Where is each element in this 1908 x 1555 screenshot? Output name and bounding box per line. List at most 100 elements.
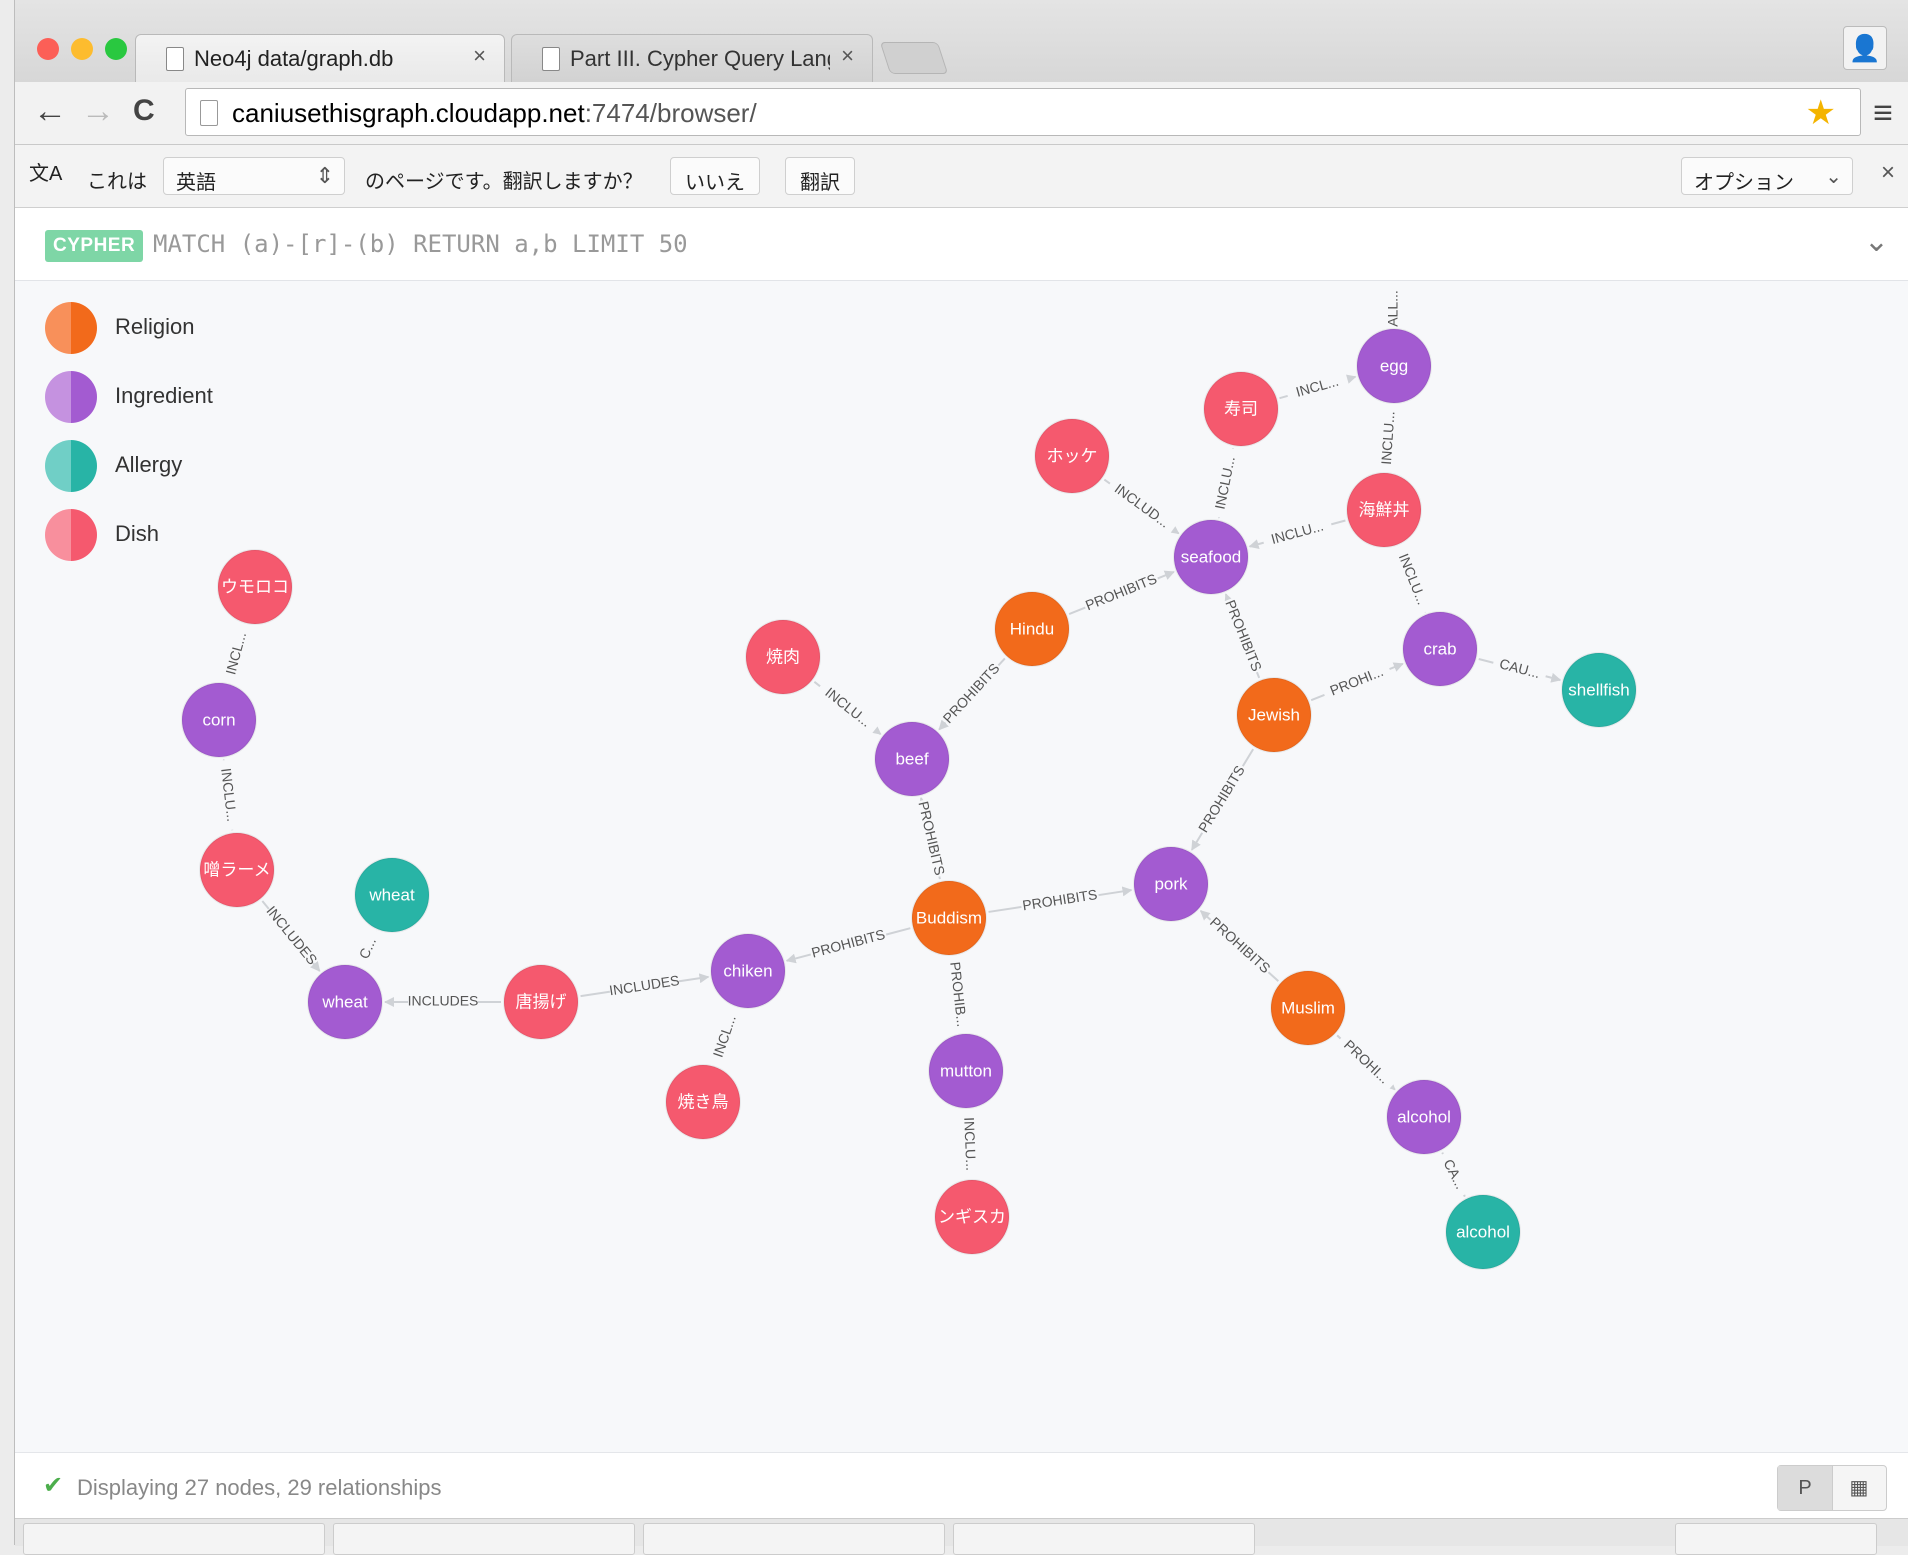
collapse-chevron-icon[interactable]: ⌄: [1864, 224, 1889, 259]
graph-node-dish[interactable]: 唐揚げ: [503, 964, 579, 1040]
translate-button[interactable]: 翻訳: [785, 157, 855, 195]
graph-node-allergy[interactable]: alcohol: [1445, 1194, 1521, 1270]
cypher-query[interactable]: MATCH (a)-[r]-(b) RETURN a,b LIMIT 50: [153, 230, 688, 258]
language-value: 英語: [176, 172, 216, 194]
graph-svg[interactable]: ALL...INCL...INCLU...INCLUD... INCLU...IN…: [15, 281, 1908, 1451]
address-bar[interactable]: caniusethisgraph.cloudapp.net:7474/brows…: [185, 88, 1861, 136]
node-label: mutton: [940, 1061, 992, 1080]
relationship-label: INCLU...: [822, 684, 874, 730]
graph-node-dish[interactable]: 海鮮丼: [1346, 472, 1422, 548]
graph-node-ingredient[interactable]: alcohol: [1386, 1079, 1462, 1155]
tab-close-icon[interactable]: ×: [473, 43, 486, 69]
relationship-label: PROHIBITS: [1195, 762, 1248, 835]
graph-node-ingredient[interactable]: wheat: [307, 964, 383, 1040]
node-label: chiken: [723, 961, 772, 980]
graph-node-ingredient[interactable]: crab: [1402, 611, 1478, 687]
no-translate-button[interactable]: いいえ: [670, 157, 760, 195]
bottom-strip: [15, 1518, 1908, 1555]
graph-node-religion[interactable]: Muslim: [1270, 970, 1346, 1046]
menu-icon[interactable]: ≡: [1873, 94, 1893, 133]
graph-node-dish[interactable]: ンギスカ: [934, 1179, 1010, 1255]
relationship[interactable]: CA...: [1434, 1149, 1473, 1200]
graph-node-ingredient[interactable]: chiken: [710, 933, 786, 1009]
relationship[interactable]: INCLU...: [813, 679, 882, 737]
graph-node-ingredient[interactable]: mutton: [928, 1033, 1004, 1109]
new-tab-button[interactable]: [879, 42, 949, 74]
options-select[interactable]: オプション ⌄: [1681, 157, 1853, 195]
table-view-button[interactable]: ▦: [1832, 1466, 1886, 1510]
relationship[interactable]: INCL...: [706, 1004, 745, 1069]
relationship[interactable]: PROHIBITS: [988, 886, 1133, 916]
relationship[interactable]: CAU...: [1478, 654, 1562, 685]
graph-node-ingredient[interactable]: pork: [1133, 846, 1209, 922]
relationship[interactable]: INCLUDES: [261, 900, 321, 972]
graph-node-dish[interactable]: 焼肉: [745, 619, 821, 695]
relationship-label: ALL...: [1385, 290, 1401, 327]
relationship[interactable]: INCLU...: [1390, 543, 1434, 616]
reload-icon[interactable]: C: [133, 94, 155, 128]
graph-view-button[interactable]: Ρ: [1778, 1466, 1833, 1510]
relationship[interactable]: INCLU...: [1248, 515, 1346, 552]
graph-node-dish[interactable]: 寿司: [1203, 371, 1279, 447]
relationship[interactable]: INCLUDES: [384, 993, 501, 1011]
graph-canvas[interactable]: Religion Ingredient Allergy Dish ALL... I…: [15, 281, 1908, 1451]
graph-node-dish[interactable]: 噌ラーメ: [199, 832, 275, 908]
relationship[interactable]: ALL...: [1385, 281, 1403, 336]
node-label: alcohol: [1397, 1107, 1451, 1126]
node-label: 噌ラーメ: [203, 860, 270, 879]
relationship[interactable]: PROHIB...: [944, 954, 971, 1035]
graph-node-dish[interactable]: 焼き鳥: [665, 1064, 741, 1140]
check-icon: ✔: [43, 1472, 64, 1499]
relationship[interactable]: INCLUDES: [580, 972, 710, 1001]
node-label: ンギスカ: [938, 1207, 1006, 1226]
relationship[interactable]: PROHIBITS: [938, 657, 1006, 731]
relationship[interactable]: PROHIBITS: [785, 925, 911, 964]
relationship[interactable]: INCLU...: [214, 758, 242, 831]
relationship[interactable]: INCLUD...: [1103, 476, 1180, 537]
tab-close-icon[interactable]: ×: [841, 43, 854, 69]
graph-node-ingredient[interactable]: egg: [1356, 328, 1432, 404]
node-label: alcohol: [1456, 1222, 1510, 1241]
graph-node-ingredient[interactable]: beef: [874, 721, 950, 797]
graph-node-allergy[interactable]: shellfish: [1561, 652, 1637, 728]
relationship[interactable]: PROHIBITS: [1190, 748, 1255, 851]
close-translate-icon[interactable]: ×: [1881, 159, 1895, 187]
node-label: egg: [1380, 356, 1408, 375]
status-text: Displaying 27 nodes, 29 relationships: [77, 1475, 442, 1500]
relationship[interactable]: INCL...: [220, 621, 254, 686]
zoom-window-button[interactable]: [105, 38, 127, 60]
relationship[interactable]: PROHI...: [1310, 660, 1404, 704]
graph-node-religion[interactable]: Hindu: [994, 591, 1070, 667]
relationship[interactable]: INCL...: [1279, 370, 1357, 405]
forward-icon[interactable]: →: [81, 92, 115, 131]
relationship[interactable]: INCLU...: [1210, 446, 1242, 520]
relationship[interactable]: PROHIBITS: [912, 796, 948, 880]
bookmark-star-icon[interactable]: ★: [1806, 93, 1836, 133]
back-icon[interactable]: ←: [33, 92, 67, 131]
node-label: Buddism: [916, 908, 982, 927]
relationship[interactable]: PROHIBITS: [1199, 910, 1280, 982]
close-window-button[interactable]: [37, 38, 59, 60]
minimize-window-button[interactable]: [71, 38, 93, 60]
relationship[interactable]: PROHI...: [1334, 1031, 1398, 1094]
relationship[interactable]: INCLU...: [958, 1108, 980, 1180]
node-label: Hindu: [1010, 619, 1054, 638]
relationship[interactable]: PROHIBITS: [1068, 570, 1175, 616]
language-select[interactable]: 英語 ⇕: [163, 157, 345, 195]
relationship[interactable]: C...: [352, 927, 385, 970]
graph-node-religion[interactable]: Jewish: [1236, 677, 1312, 753]
graph-node-religion[interactable]: Buddism: [911, 880, 987, 956]
tab-neo4j[interactable]: Neo4j data/graph.db ×: [135, 34, 505, 82]
chevron-down-icon: ⌄: [1825, 166, 1842, 188]
document-icon: [542, 47, 560, 71]
graph-node-dish[interactable]: ウモロコ: [217, 549, 293, 625]
browser-toolbar: ← → C caniusethisgraph.cloudapp.net:7474…: [15, 82, 1908, 145]
relationship[interactable]: PROHIBITS: [1219, 593, 1266, 679]
graph-node-dish[interactable]: ホッケ: [1034, 418, 1110, 494]
graph-node-ingredient[interactable]: corn: [181, 682, 257, 758]
tab-cypher-docs[interactable]: Part III. Cypher Query Lang ×: [511, 34, 873, 82]
relationship[interactable]: INCLU...: [1377, 402, 1401, 474]
graph-node-allergy[interactable]: wheat: [354, 857, 430, 933]
profile-icon[interactable]: 👤: [1843, 26, 1887, 70]
graph-node-ingredient[interactable]: seafood: [1173, 519, 1249, 595]
